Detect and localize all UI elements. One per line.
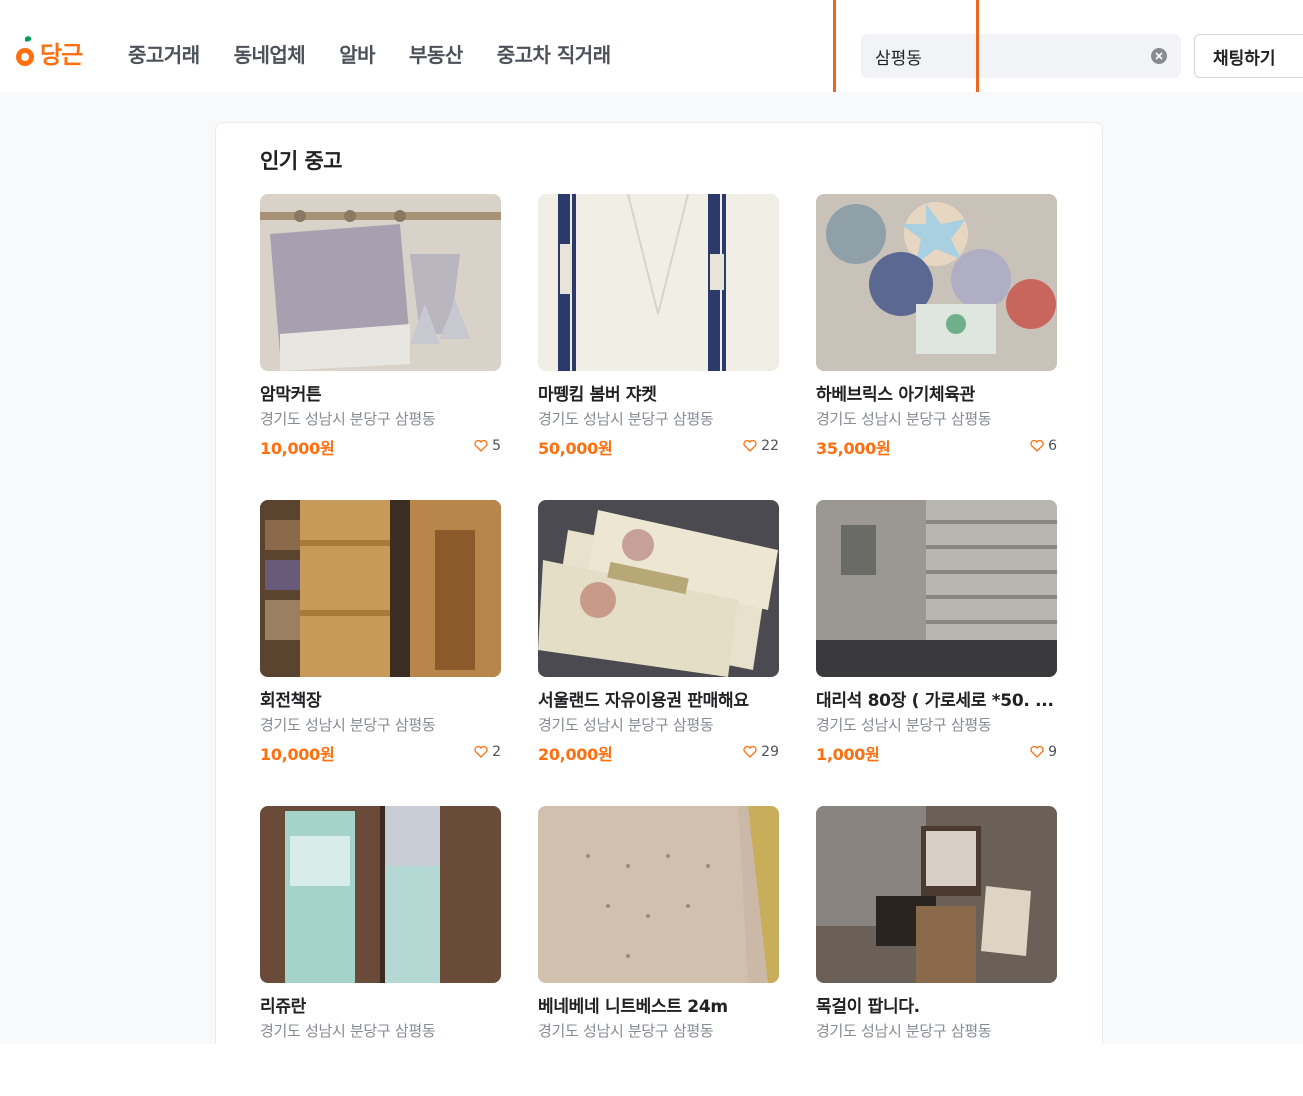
section-title: 인기 중고: [260, 149, 343, 173]
top-bar: 당근 중고거래 동네업체 알바 부동산 중고차 직거래 채팅하기: [0, 0, 1303, 126]
item-card[interactable]: 회전책장 경기도 성남시 분당구 삼평동 10,000원 2: [260, 500, 501, 790]
item-card[interactable]: 서울랜드 자유이용권 판매해요 경기도 성남시 분당구 삼평동 20,000원 …: [538, 500, 779, 790]
curtain-photo: [260, 194, 501, 371]
heart-icon: [474, 746, 488, 758]
heart-icon: [743, 440, 757, 452]
item-region: 경기도 성남시 분당구 삼평동: [538, 410, 714, 428]
chat-button[interactable]: 채팅하기: [1194, 34, 1303, 78]
like-count: 22: [761, 438, 779, 454]
item-title: 하베브릭스 아기체육관: [816, 385, 976, 405]
item-card[interactable]: 하베브릭스 아기체육관 경기도 성남시 분당구 삼평동 35,000원 6: [816, 194, 1057, 484]
item-title: 서울랜드 자유이용권 판매해요: [538, 691, 749, 711]
item-region: 경기도 성남시 분당구 삼평동: [260, 410, 436, 428]
nav-used-cars[interactable]: 중고차 직거래: [497, 40, 611, 70]
nav-jobs[interactable]: 알바: [339, 40, 375, 70]
nav-used-goods[interactable]: 중고거래: [128, 40, 200, 70]
item-card[interactable]: 대리석 80장 ( 가로세로 *50. ... 경기도 성남시 분당구 삼평동 …: [816, 500, 1057, 790]
like-count: 29: [761, 744, 779, 760]
tickets-photo: [538, 500, 779, 677]
item-likes: 6: [1030, 438, 1057, 454]
item-price: 10,000원: [260, 439, 335, 458]
item-title: 마뗑킴 봄버 쟈켓: [538, 385, 657, 405]
item-likes: 29: [743, 744, 779, 760]
item-price: 20,000원: [538, 745, 613, 764]
item-price: 50,000원: [538, 439, 613, 458]
popular-items-panel: 인기 중고 암막커튼 경기도 성남시 분당구 삼평동 10,000원 5 마뗑킴…: [215, 122, 1103, 1066]
knit-vest-photo: [538, 806, 779, 983]
bookshelf-photo: [260, 500, 501, 677]
baby-gym-photo: [816, 194, 1057, 371]
search-input[interactable]: [875, 34, 1145, 78]
item-title: 회전책장: [260, 691, 322, 711]
heart-icon: [474, 440, 488, 452]
item-price: 35,000원: [816, 439, 891, 458]
item-likes: 9: [1030, 744, 1057, 760]
item-region: 경기도 성남시 분당구 삼평동: [538, 1022, 714, 1040]
item-region: 경기도 성남시 분당구 삼평동: [260, 716, 436, 734]
item-title: 베네베네 니트베스트 24m: [538, 997, 728, 1017]
nav-real-estate[interactable]: 부동산: [409, 40, 463, 70]
item-region: 경기도 성남시 분당구 삼평동: [260, 1022, 436, 1040]
jacket-photo: [538, 194, 779, 371]
like-count: 9: [1048, 744, 1057, 760]
carrot-logo-icon: [14, 35, 36, 69]
toner-photo: [260, 806, 501, 983]
necklace-photo: [816, 806, 1057, 983]
page-bottom-edge: [0, 1044, 1303, 1066]
logo[interactable]: 당근: [14, 34, 83, 70]
item-region: 경기도 성남시 분당구 삼평동: [816, 1022, 992, 1040]
item-price: 10,000원: [260, 745, 335, 764]
brand-name: 당근: [40, 40, 83, 69]
item-likes: 22: [743, 438, 779, 454]
item-likes: 2: [474, 744, 501, 760]
item-title: 대리석 80장 ( 가로세로 *50. ...: [816, 691, 1054, 711]
like-count: 6: [1048, 438, 1057, 454]
heart-icon: [1030, 440, 1044, 452]
clear-search-button[interactable]: [1151, 48, 1167, 64]
nav-local-business[interactable]: 동네업체: [234, 40, 306, 70]
item-region: 경기도 성남시 분당구 삼평동: [816, 716, 992, 734]
item-region: 경기도 성남시 분당구 삼평동: [816, 410, 992, 428]
marble-photo: [816, 500, 1057, 677]
item-title: 목걸이 팝니다.: [816, 997, 920, 1017]
close-circle-icon: [1155, 52, 1163, 60]
heart-icon: [1030, 746, 1044, 758]
heart-icon: [743, 746, 757, 758]
main-nav: 중고거래 동네업체 알바 부동산 중고차 직거래: [128, 40, 645, 70]
like-count: 2: [492, 744, 501, 760]
item-likes: 5: [474, 438, 501, 454]
item-title: 암막커튼: [260, 385, 322, 405]
item-card[interactable]: 암막커튼 경기도 성남시 분당구 삼평동 10,000원 5: [260, 194, 501, 484]
item-title: 리쥬란: [260, 997, 307, 1017]
like-count: 5: [492, 438, 501, 454]
search-box: [861, 34, 1181, 78]
item-region: 경기도 성남시 분당구 삼평동: [538, 716, 714, 734]
item-card[interactable]: 마뗑킴 봄버 쟈켓 경기도 성남시 분당구 삼평동 50,000원 22: [538, 194, 779, 484]
item-price: 1,000원: [816, 745, 880, 764]
